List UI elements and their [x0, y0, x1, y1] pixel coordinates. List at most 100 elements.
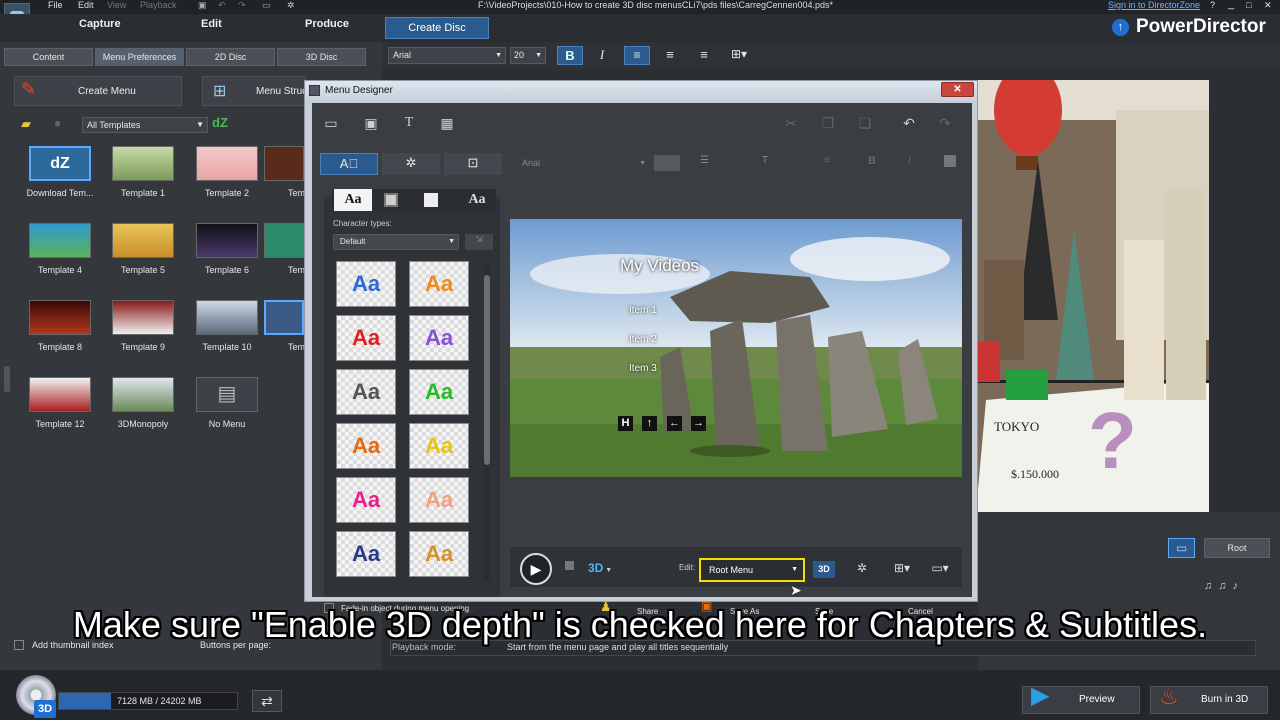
template-item[interactable]: Template 1	[103, 146, 183, 198]
font-size-select[interactable]: 20 ▼	[510, 47, 546, 64]
template-item[interactable]: Template 8	[20, 300, 100, 352]
style-swatch[interactable]: Aa	[336, 369, 396, 415]
dialog-font-select[interactable]: Arial ▼	[516, 155, 646, 172]
dialog-title-bar[interactable]: Menu Designer	[305, 81, 977, 101]
char-type-tab-outline[interactable]: Aa	[462, 189, 492, 211]
style-swatch[interactable]: Aa	[336, 477, 396, 523]
dialog-bold-icon[interactable]: B	[868, 155, 882, 171]
swap-icon[interactable]: ⇄	[252, 690, 282, 712]
burn-button[interactable]: ♨ Burn in 3D	[1150, 684, 1268, 714]
menu-structure-button[interactable]: ⊞ Menu Struc	[202, 76, 306, 106]
home-nav-button[interactable]: H	[618, 416, 633, 431]
template-filter-select[interactable]: All Templates ▼	[82, 117, 208, 133]
preview-button[interactable]: ▶ Preview	[1022, 683, 1140, 714]
preview-menu-title[interactable]: My Videos	[620, 256, 699, 276]
close-icon[interactable]: ✕	[1264, 0, 1272, 11]
subtab-menu-preferences[interactable]: Menu Preferences	[95, 48, 184, 66]
monitor-icon[interactable]: ▭	[262, 0, 271, 11]
redo-icon[interactable]: ↷	[238, 0, 246, 11]
dialog-close-button[interactable]: ✕	[941, 82, 974, 97]
prev-nav-button[interactable]: ←	[667, 416, 682, 431]
aspect-button[interactable]: ▭▾	[925, 561, 955, 578]
dialog-align-icon[interactable]: ≡	[824, 155, 850, 171]
template-item[interactable]: Template 9	[103, 300, 183, 352]
style-swatch[interactable]: Aa	[409, 315, 469, 361]
char-spacing-icon[interactable]: T	[762, 155, 802, 171]
style-swatch[interactable]: Aa	[336, 531, 396, 577]
directorzone-icon[interactable]: dZ	[212, 115, 228, 130]
char-type-tab-fill[interactable]: Aa	[334, 189, 372, 211]
template-item[interactable]: dZ Download Tem...	[20, 146, 100, 198]
menu-playback[interactable]: Playback	[140, 0, 177, 10]
layout-grid-icon[interactable]: ⊞▾	[724, 46, 754, 65]
buttons-tab[interactable]: ⊡	[444, 153, 502, 175]
tab-produce[interactable]: Produce	[305, 18, 349, 30]
effects-tab[interactable]: ✲	[382, 153, 440, 175]
background-image-icon[interactable]: ▭	[320, 114, 342, 132]
grid-button[interactable]: ⊞▾	[887, 561, 917, 578]
template-item[interactable]: ▤ No Menu	[187, 377, 267, 429]
next-nav-button[interactable]: →	[691, 416, 706, 431]
3d-toggle[interactable]: 3D ▼	[588, 561, 612, 575]
font-select[interactable]: Arial ▼	[388, 47, 506, 64]
cut-icon[interactable]: ✂	[780, 114, 802, 132]
monitor-icon[interactable]: ▭	[1168, 538, 1195, 558]
style-swatch[interactable]: Aa	[409, 477, 469, 523]
copy-icon[interactable]: ❐	[817, 114, 839, 132]
image-tool-icon[interactable]: ▦	[436, 114, 458, 132]
style-swatch[interactable]: Aa	[409, 423, 469, 469]
style-swatch[interactable]: Aa	[409, 369, 469, 415]
italic-button[interactable]: I	[590, 46, 614, 65]
align-left-icon[interactable]: ≡	[624, 46, 650, 65]
align-right-icon[interactable]: ≡	[692, 46, 716, 65]
undo-icon[interactable]: ↶	[898, 114, 920, 132]
template-item[interactable]: Tem	[264, 300, 304, 352]
tab-capture[interactable]: Capture	[79, 18, 121, 30]
effects-button[interactable]: ✲	[849, 561, 875, 578]
template-item[interactable]: 3DMonopoly	[103, 377, 183, 429]
template-item[interactable]: Template 10	[187, 300, 267, 352]
help-button[interactable]: ?	[1210, 0, 1215, 10]
preview-item[interactable]: Item 3	[629, 363, 657, 374]
play-button[interactable]: ▶	[520, 553, 552, 585]
template-item[interactable]: Template 5	[103, 223, 183, 275]
add-style-icon[interactable]: ⇲	[465, 234, 493, 250]
maximize-icon[interactable]: □	[1246, 0, 1251, 10]
template-item[interactable]: Template 12	[20, 377, 100, 429]
dialog-italic-icon[interactable]: I	[908, 155, 922, 171]
undo-icon[interactable]: ↶	[218, 0, 226, 11]
create-menu-button[interactable]: ✎ Create Menu	[14, 76, 182, 106]
photo-icon[interactable]: ▣	[360, 114, 382, 132]
template-item[interactable]: Template 2	[187, 146, 267, 198]
tab-edit[interactable]: Edit	[201, 18, 222, 30]
paste-icon[interactable]: ❏	[854, 114, 876, 132]
line-spacing-icon[interactable]: ☰	[700, 155, 740, 171]
font-color-swatch[interactable]	[654, 155, 680, 171]
style-swatch[interactable]: Aa	[336, 423, 396, 469]
root-button[interactable]: Root	[1204, 538, 1270, 558]
subtab-3d-disc[interactable]: 3D Disc	[277, 48, 366, 66]
subtab-2d-disc[interactable]: 2D Disc	[186, 48, 275, 66]
stop-button[interactable]	[565, 561, 574, 570]
gear-icon[interactable]: ✲	[287, 0, 295, 11]
text-style-tab[interactable]: A⃞	[320, 153, 378, 175]
subtab-content[interactable]: Content	[4, 48, 93, 66]
style-swatch[interactable]: Aa	[409, 531, 469, 577]
dialog-shadow-icon[interactable]	[944, 155, 956, 167]
bold-button[interactable]: B	[557, 46, 583, 65]
text-tool-icon[interactable]: T	[398, 114, 420, 132]
signin-link[interactable]: Sign in to DirectorZone	[1108, 0, 1200, 10]
preview-item[interactable]: Item 1	[629, 305, 657, 316]
style-swatch[interactable]: Aa	[336, 261, 396, 307]
template-item[interactable]: Tem	[264, 223, 304, 275]
character-type-select[interactable]: Default ▼	[333, 234, 459, 250]
music-icons[interactable]: ♫♫♪	[1204, 580, 1278, 598]
swatch-scrollbar[interactable]	[484, 265, 490, 581]
menu-view[interactable]: View	[107, 0, 126, 10]
template-item[interactable]: Template 6	[187, 223, 267, 275]
user-icon[interactable]: ●	[54, 116, 61, 130]
char-type-tab-shadow[interactable]	[424, 193, 438, 207]
3d-depth-button[interactable]: 3D	[813, 561, 835, 578]
align-center-icon[interactable]: ≡	[658, 46, 682, 65]
style-swatch[interactable]: Aa	[409, 261, 469, 307]
